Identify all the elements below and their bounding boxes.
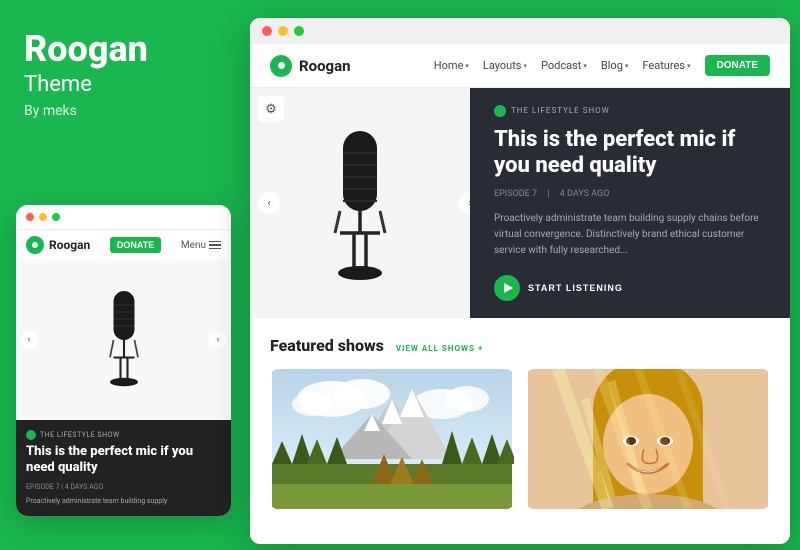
mobile-dot-red — [26, 213, 34, 221]
mobile-menu-label: Menu — [181, 240, 206, 251]
start-listening-button[interactable]: START LISTENING — [494, 275, 766, 301]
mobile-dot-yellow — [39, 213, 47, 221]
microphone-svg-desktop — [310, 118, 410, 288]
mobile-donate-button[interactable]: DONATE — [110, 237, 161, 253]
mobile-show-icon — [26, 430, 36, 440]
hero-section: ⚙ ‹ › THE LIFESTYLE SHOW This is the per… — [250, 88, 790, 318]
hero-meta: EPISODE 7 | 4 DAYS AGO — [494, 189, 766, 199]
desktop-nav-links: Home ▾ Layouts ▾ Podcast ▾ Blog ▾ Featur… — [434, 55, 770, 76]
hamburger-icon — [209, 241, 221, 250]
desktop-logo: Roogan — [270, 55, 351, 77]
view-all-link[interactable]: VIEW ALL SHOWS + — [396, 344, 483, 353]
window-dot-green[interactable] — [294, 26, 304, 36]
hero-content: THE LIFESTYLE SHOW This is the perfect m… — [470, 88, 790, 318]
brand-name: Roogan Theme By meks — [24, 30, 148, 119]
mobile-logo-icon — [26, 236, 44, 254]
nav-podcast[interactable]: Podcast ▾ — [541, 59, 587, 72]
nav-blog[interactable]: Blog ▾ — [601, 59, 629, 72]
mobile-hero-image: ‹ › — [16, 260, 231, 420]
hero-episode: EPISODE 7 — [494, 189, 537, 199]
window-dot-yellow[interactable] — [278, 26, 288, 36]
mobile-mockup: Roogan DONATE Menu — [16, 205, 231, 516]
hero-show-icon — [494, 105, 506, 117]
mobile-desc: Proactively administrate team building s… — [26, 497, 221, 507]
hero-days-ago: 4 DAYS AGO — [560, 189, 610, 199]
mobile-dot-green — [52, 213, 60, 221]
desktop-donate-button[interactable]: DONATE — [705, 55, 770, 76]
mobile-logo-area: Roogan — [26, 236, 90, 254]
desktop-window: Roogan Home ▾ Layouts ▾ Podcast ▾ Blog ▾… — [250, 18, 790, 544]
window-top-bar — [250, 18, 790, 44]
person-scene-svg — [526, 369, 770, 509]
nav-features[interactable]: Features ▾ — [642, 59, 690, 72]
mic-image-desktop — [250, 88, 470, 318]
hero-headline: This is the perfect mic if you need qual… — [494, 127, 766, 180]
featured-cards — [270, 369, 770, 509]
hero-image-panel: ⚙ ‹ › — [250, 88, 470, 318]
mobile-prev-arrow[interactable]: ‹ — [20, 331, 38, 349]
mobile-meta: EPISODE 7 | 4 DAYS AGO — [26, 483, 221, 491]
featured-card-person[interactable] — [526, 369, 770, 509]
featured-title: Featured shows — [270, 336, 384, 355]
mobile-show-label: THE LIFESTYLE SHOW — [26, 430, 221, 440]
desktop-logo-icon — [270, 55, 292, 77]
window-dot-red[interactable] — [262, 26, 272, 36]
nav-layouts[interactable]: Layouts ▾ — [483, 59, 527, 72]
featured-section: Featured shows VIEW ALL SHOWS + — [250, 318, 790, 527]
mountain-scene-svg — [270, 369, 514, 509]
nav-home[interactable]: Home ▾ — [434, 59, 469, 72]
mobile-logo-text: Roogan — [49, 238, 90, 252]
mobile-next-arrow[interactable]: › — [209, 331, 227, 349]
play-icon — [494, 275, 520, 301]
featured-card-mountain[interactable] — [270, 369, 514, 509]
mobile-top-bar — [16, 205, 231, 229]
mobile-headline: This is the perfect mic if you need qual… — [26, 444, 221, 477]
desktop-logo-text: Roogan — [299, 57, 351, 75]
mobile-menu[interactable]: Menu — [181, 240, 221, 251]
desktop-nav: Roogan Home ▾ Layouts ▾ Podcast ▾ Blog ▾… — [250, 44, 790, 88]
hero-separator: | — [547, 189, 549, 199]
mobile-slider-arrows: ‹ › — [16, 331, 231, 349]
hero-desc: Proactively administrate team building s… — [494, 211, 766, 259]
hero-prev-arrow[interactable]: ‹ — [258, 192, 280, 214]
mobile-content: THE LIFESTYLE SHOW This is the perfect m… — [16, 420, 231, 516]
mobile-nav: Roogan DONATE Menu — [16, 229, 231, 260]
featured-header: Featured shows VIEW ALL SHOWS + — [270, 336, 770, 355]
play-triangle — [504, 283, 513, 293]
start-listening-label: START LISTENING — [528, 283, 623, 293]
settings-button[interactable]: ⚙ — [258, 96, 284, 122]
hero-show-label: THE LIFESTYLE SHOW — [494, 105, 766, 117]
